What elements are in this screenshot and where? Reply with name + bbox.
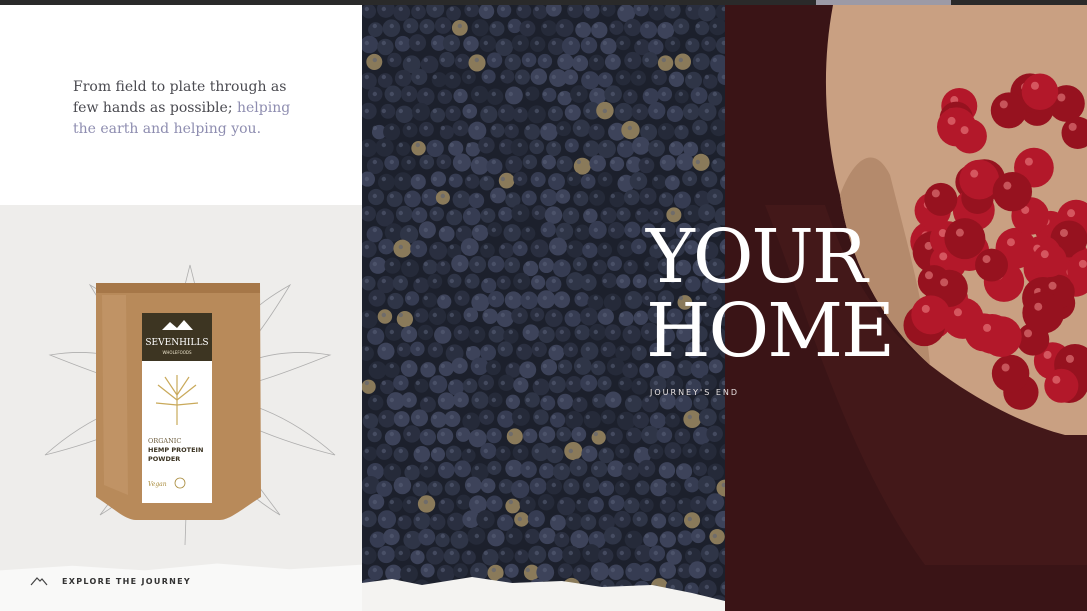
hero-line-2: HOME xyxy=(646,288,895,374)
torn-paper-bottom xyxy=(362,577,725,611)
pouch-line2: HEMP PROTEIN xyxy=(148,446,203,454)
pouch-brand: SEVENHILLS xyxy=(145,338,208,348)
hero-heading: YOUR HOME JOURNEY'S END xyxy=(646,214,895,397)
pouch-brand-sub: WHOLEFOODS xyxy=(162,350,192,355)
explore-journey-link[interactable]: EXPLORE THE JOURNEY xyxy=(30,576,191,586)
mountain-icon xyxy=(30,577,48,586)
pouch-line3: POWDER xyxy=(148,455,180,463)
hero-line-1: YOUR xyxy=(646,214,868,300)
hemp-protein-pouch: SEVENHILLS WHOLEFOODS ORGANIC HEMP PROTE… xyxy=(96,283,261,520)
explore-journey-label: EXPLORE THE JOURNEY xyxy=(62,576,192,586)
intro-text: From field to plate through as few hands… xyxy=(73,77,313,140)
pouch-badge: Vegan xyxy=(148,481,167,488)
pouch-line1: ORGANIC xyxy=(148,437,181,445)
hero-subtitle: JOURNEY'S END xyxy=(650,388,740,397)
intro-panel: From field to plate through as few hands… xyxy=(0,5,362,205)
product-illustration: SEVENHILLS WHOLEFOODS ORGANIC HEMP PROTE… xyxy=(44,264,336,545)
